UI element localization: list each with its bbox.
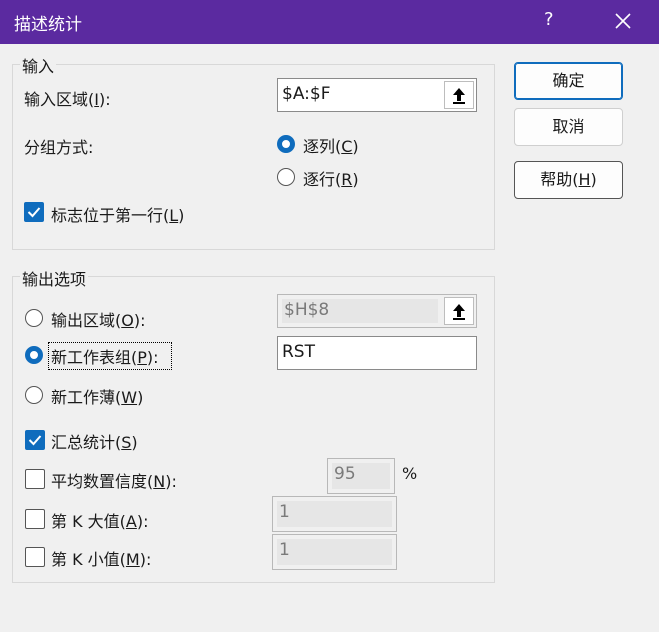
kth-largest-field: 1: [272, 496, 397, 532]
output-group-legend: 输出选项: [20, 266, 89, 290]
output-range-field: $H$8: [277, 294, 477, 328]
by-rows-label[interactable]: 逐行(R): [303, 166, 359, 190]
kth-largest-label[interactable]: 第 K 大值(A):: [51, 508, 149, 532]
cancel-button[interactable]: 取消: [514, 108, 623, 146]
dialog-body: 输入 输入区域(I): $A:$F 分组方式: 逐列(C) 逐行(R) 标志位于…: [0, 44, 659, 632]
kth-largest-checkbox[interactable]: [25, 509, 45, 529]
summary-stats-checkbox[interactable]: [25, 430, 45, 450]
group-by-label: 分组方式:: [24, 138, 94, 157]
new-sheet-label[interactable]: 新工作表组(P):: [51, 344, 159, 368]
collapse-arrow-icon: [453, 304, 465, 320]
labels-first-row-label[interactable]: 标志位于第一行(L): [51, 202, 184, 226]
new-workbook-label[interactable]: 新工作薄(W): [51, 384, 143, 408]
new-sheet-field[interactable]: RST: [277, 336, 477, 370]
title-bar: 描述统计 ?: [0, 0, 659, 44]
input-range-label: 输入区域(I):: [24, 90, 111, 109]
summary-stats-label[interactable]: 汇总统计(S): [51, 429, 138, 453]
new-sheet-value: RST: [282, 342, 315, 362]
output-range-value: $H$8: [284, 300, 330, 320]
input-group-legend: 输入: [20, 53, 57, 77]
kth-smallest-field: 1: [272, 534, 397, 570]
output-range-label[interactable]: 输出区域(O):: [51, 307, 145, 331]
new-sheet-radio[interactable]: [25, 346, 43, 364]
by-rows-radio[interactable]: [277, 168, 295, 186]
input-range-field[interactable]: $A:$F: [277, 78, 477, 112]
kth-smallest-checkbox[interactable]: [25, 547, 45, 567]
help-button[interactable]: 帮助(H): [514, 161, 623, 199]
labels-first-row-checkbox[interactable]: [24, 202, 44, 222]
help-question-icon[interactable]: ?: [544, 9, 554, 30]
close-icon[interactable]: [608, 6, 638, 36]
collapse-arrow-icon: [453, 88, 465, 104]
input-range-value: $A:$F: [282, 84, 331, 104]
kth-smallest-value: 1: [279, 540, 290, 560]
checkmark-icon: [27, 207, 41, 218]
by-columns-label[interactable]: 逐列(C): [303, 133, 359, 157]
confidence-checkbox[interactable]: [25, 469, 45, 489]
range-picker-button[interactable]: [444, 81, 474, 109]
output-range-picker-button[interactable]: [444, 297, 474, 325]
window-title: 描述统计: [14, 15, 82, 35]
ok-button[interactable]: 确定: [514, 62, 623, 100]
confidence-value: 95: [334, 464, 356, 484]
output-range-radio[interactable]: [25, 309, 43, 327]
new-workbook-radio[interactable]: [25, 386, 43, 404]
kth-largest-value: 1: [279, 502, 290, 522]
checkmark-icon: [28, 435, 42, 446]
by-columns-radio[interactable]: [277, 135, 295, 153]
percent-label: %: [402, 464, 418, 483]
kth-smallest-label[interactable]: 第 K 小值(M):: [51, 546, 151, 570]
confidence-field: 95: [327, 458, 395, 494]
confidence-label[interactable]: 平均数置信度(N):: [51, 468, 177, 492]
